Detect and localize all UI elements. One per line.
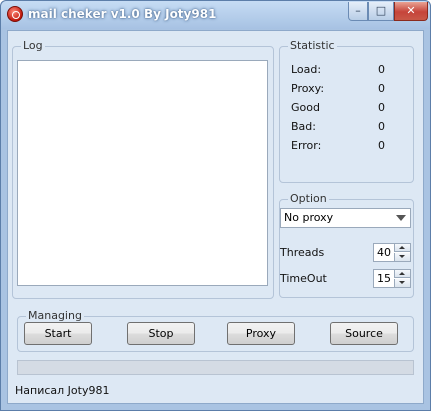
stat-error-label: Error: [291, 139, 322, 152]
threads-up-arrow-icon[interactable] [394, 244, 410, 252]
minimize-button[interactable]: – [348, 2, 368, 21]
threads-label: Threads [280, 246, 325, 259]
start-button[interactable]: Start [24, 322, 92, 345]
stat-bad-value: 0 [378, 120, 385, 133]
progress-bar [17, 360, 414, 375]
statistic-group-label: Statistic [288, 39, 337, 53]
timeout-down-arrow-icon[interactable] [394, 279, 410, 287]
title-bar[interactable]: mail cheker v1.0 By Joty981 – □ ✕ [1, 1, 430, 29]
stop-button[interactable]: Stop [127, 322, 195, 345]
threads-down-arrow-icon[interactable] [394, 253, 410, 261]
chevron-down-icon [396, 215, 406, 221]
stat-load-label: Load: [291, 63, 322, 76]
proxy-button[interactable]: Proxy [227, 322, 295, 345]
timeout-value: 15 [377, 272, 391, 285]
timeout-up-arrow-icon[interactable] [394, 270, 410, 278]
stat-good-value: 0 [378, 101, 385, 114]
source-button[interactable]: Source [330, 322, 398, 345]
main-window: mail cheker v1.0 By Joty981 – □ ✕ Log St… [0, 0, 431, 411]
stat-proxy-value: 0 [378, 82, 385, 95]
log-textarea[interactable] [17, 60, 268, 286]
threads-stepper[interactable]: 40 [373, 243, 411, 262]
maximize-button[interactable]: □ [368, 2, 394, 21]
threads-value: 40 [377, 246, 391, 259]
option-group-label: Option [288, 192, 329, 206]
timeout-label: TimeOut [280, 272, 327, 285]
proxy-type-select[interactable]: No proxy [280, 208, 411, 228]
timeout-stepper[interactable]: 15 [373, 269, 411, 288]
close-button[interactable]: ✕ [394, 2, 428, 21]
author-footer: Написал Joty981 [15, 384, 110, 397]
stat-load-value: 0 [378, 63, 385, 76]
stat-error-value: 0 [378, 139, 385, 152]
log-group-label: Log [21, 39, 45, 53]
window-title: mail cheker v1.0 By Joty981 [28, 7, 217, 21]
stat-proxy-label: Proxy: [291, 82, 325, 95]
proxy-type-value: No proxy [284, 211, 334, 224]
stat-bad-label: Bad: [291, 120, 316, 133]
managing-group-label: Managing [26, 309, 84, 323]
app-logo-icon [7, 6, 23, 22]
client-area: Log Statistic Load: 0 Proxy: 0 Good 0 Ba… [7, 30, 424, 404]
stat-good-label: Good [291, 101, 320, 114]
